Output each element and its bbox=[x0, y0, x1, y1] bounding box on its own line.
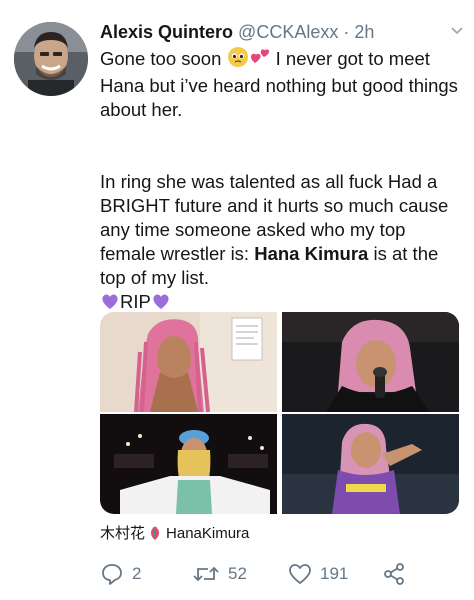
photo-grid bbox=[100, 312, 459, 514]
tagged-people[interactable]: 木村花 HanaKimura bbox=[100, 524, 249, 547]
tweet-header: Alexis Quintero @CCKAlexx · 2h bbox=[100, 20, 374, 44]
tweet[interactable]: Alexis Quintero @CCKAlexx · 2h Gone too … bbox=[0, 0, 474, 600]
retweet-count: 52 bbox=[228, 564, 247, 583]
user-handle[interactable]: @CCKAlexx bbox=[238, 22, 338, 42]
like-button[interactable]: 191 bbox=[288, 560, 348, 588]
two-hearts-emoji bbox=[249, 46, 271, 74]
tweet-paragraph-2: In ring she was talented as all fuck Had… bbox=[100, 170, 466, 290]
timestamp[interactable]: 2h bbox=[354, 22, 374, 42]
separator: · bbox=[343, 22, 350, 42]
bold-name: Hana Kimura bbox=[254, 243, 369, 264]
share-button[interactable] bbox=[382, 560, 414, 588]
photo-4[interactable] bbox=[282, 414, 459, 514]
retweet-button[interactable]: 52 bbox=[192, 560, 247, 588]
display-name[interactable]: Alexis Quintero bbox=[100, 22, 233, 42]
chevron-down-icon[interactable] bbox=[450, 24, 464, 38]
retweet-icon bbox=[193, 566, 219, 582]
tag-prefix-text: 木村花 bbox=[100, 525, 146, 542]
tagged-name: HanaKimura bbox=[166, 525, 250, 542]
photo-3[interactable] bbox=[100, 414, 277, 514]
person-tag-icon bbox=[147, 525, 163, 547]
pleading-face-emoji bbox=[227, 46, 249, 74]
heart-icon bbox=[289, 564, 311, 584]
share-icon bbox=[384, 563, 404, 585]
tweet-text: Gone too soon I never got to meet Hana b… bbox=[100, 46, 466, 317]
avatar[interactable] bbox=[14, 22, 88, 96]
photo-2[interactable] bbox=[282, 312, 459, 412]
reply-icon bbox=[102, 564, 122, 585]
reply-button[interactable]: 2 bbox=[100, 560, 141, 588]
reply-count: 2 bbox=[132, 564, 142, 583]
rip-text: RIP bbox=[120, 291, 151, 312]
photo-1[interactable] bbox=[100, 312, 277, 412]
like-count: 191 bbox=[320, 564, 349, 583]
action-bar: 2 52 191 bbox=[100, 560, 460, 588]
text-segment: Gone too soon bbox=[100, 48, 227, 69]
tweet-paragraph-1: Gone too soon I never got to meet Hana b… bbox=[100, 46, 466, 122]
